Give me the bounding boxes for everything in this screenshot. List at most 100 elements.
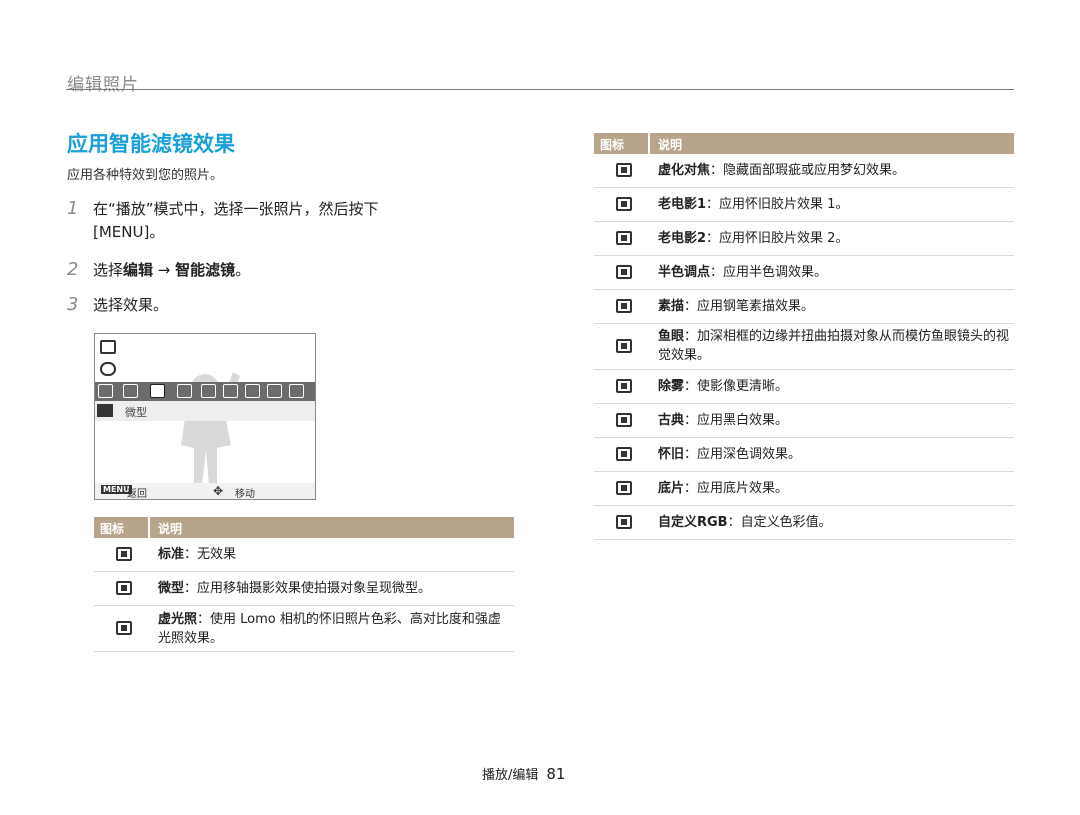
custom-rgb-icon [616,515,632,529]
selected-filter-label: 微型 [125,406,147,419]
table-row: 怀旧：应用深色调效果。 [594,438,1014,472]
page-subtitle: 应用各种特效到您的照片。 [67,168,224,183]
old-film2-icon [245,384,260,398]
col-icon-header: 图标 [600,138,625,152]
row-term: 怀旧 [658,447,685,462]
row-description: 半色调点：应用半色调效果。 [658,263,827,282]
rotate-icon [100,362,116,376]
effects-table-left: 图标 说明 标准：无效果 微型：应用移轴摄影效果使拍摄对象呈现微型。 虚光照：使… [94,517,514,652]
table-row: 古典：应用黑白效果。 [594,404,1014,438]
table-header: 图标 说明 [94,517,514,538]
row-description: 老电影1：应用怀旧胶片效果 1。 [658,195,848,214]
page-number: 81 [546,765,566,783]
row-description: 自定义RGB：自定义色彩值。 [658,513,832,532]
table-row: 半色调点：应用半色调效果。 [594,256,1014,290]
table-row: 底片：应用底片效果。 [594,472,1014,506]
classic-icon [616,413,632,427]
header-separator [148,517,150,538]
section-title: 编辑照片 [67,75,139,95]
retro-icon [616,447,632,461]
step-text: 选择编辑 → 智能滤镜。 [93,259,453,282]
footer-section: 播放/编辑 [482,768,539,783]
move-label: 移动 [235,489,255,500]
row-text: ：加深相框的边缘并扭曲拍摄对象从而模仿鱼眼镜头的视觉效果。 [658,329,1010,363]
table-row: 除雾：使影像更清晰。 [594,370,1014,404]
old-film2-icon [616,231,632,245]
header-rule [66,89,1014,90]
row-text: ：自定义色彩值。 [727,515,832,530]
row-term: 老电影1 [658,197,707,212]
row-term: 老电影2 [658,231,707,246]
row-text: ：应用底片效果。 [684,481,789,496]
table-header: 图标 说明 [594,133,1014,154]
step-number: 1 [67,198,79,219]
row-text: ：使影像更清晰。 [684,379,789,394]
col-desc-header: 说明 [158,522,183,536]
screen-bottom-bar: MENU 返回 ✥ 移动 [95,483,315,499]
selected-filter-band: 微型 [95,401,315,421]
row-description: 标准：无效果 [158,545,236,564]
navigation-icon: ✥ [213,484,224,498]
step-suffix: 。 [235,261,251,279]
row-text: ：应用钢笔素描效果。 [684,299,815,314]
row-description: 鱼眼：加深相框的边缘并扭曲拍摄对象从而模仿鱼眼镜头的视觉效果。 [658,327,1010,365]
camera-screen: 微型 MENU 返回 ✥ 移动 [94,333,316,500]
vignetting-icon [177,384,192,398]
normal-filter-icon [123,384,138,398]
old-film1-icon [616,197,632,211]
step-text: 选择效果。 [93,296,169,314]
table-row: 老电影2：应用怀旧胶片效果 2。 [594,222,1014,256]
halftone-icon [616,265,632,279]
row-description: 微型：应用移轴摄影效果使拍摄对象呈现微型。 [158,579,431,598]
row-text: ：无效果 [184,547,237,562]
table-row: 虚化对焦：隐藏面部瑕疵或应用梦幻效果。 [594,154,1014,188]
filter-option-icon [98,384,113,398]
row-text: ：应用半色调效果。 [710,265,828,280]
row-term: 自定义RGB [658,515,728,530]
col-icon-header: 图标 [100,522,125,536]
step-1: 1 在“播放”模式中，选择一张照片，然后按下 [MENU]。 [67,198,453,244]
row-description: 底片：应用底片效果。 [658,479,788,498]
page-footer: 播放/编辑 81 [482,764,565,783]
resize-icon [100,340,116,354]
row-text: ：应用深色调效果。 [684,447,802,462]
table-row: 虚光照：使用 Lomo 相机的怀旧照片色彩、高对比度和强虚光照效果。 [94,606,514,652]
row-term: 素描 [658,299,685,314]
row-text: ：隐藏面部瑕疵或应用梦幻效果。 [710,163,906,178]
row-term: 微型 [158,581,185,596]
row-description: 除雾：使影像更清晰。 [658,377,788,396]
sketch-icon [616,299,632,313]
old-film1-icon [223,384,238,398]
step-number: 2 [67,259,79,280]
table-row: 鱼眼：加深相框的边缘并扭曲拍摄对象从而模仿鱼眼镜头的视觉效果。 [594,324,1014,370]
table-row: 微型：应用移轴摄影效果使拍摄对象呈现微型。 [94,572,514,606]
miniature-icon [97,404,113,417]
menu-smart-filter: 智能滤镜 [175,261,236,279]
row-text: ：使用 Lomo 相机的怀旧照片色彩、高对比度和强虚光照效果。 [158,612,501,646]
miniature-icon [150,384,165,398]
row-term: 底片 [658,481,685,496]
back-label: 返回 [127,489,147,500]
row-term: 虚化对焦 [658,163,711,178]
row-description: 虚化对焦：隐藏面部瑕疵或应用梦幻效果。 [658,161,905,180]
step-2: 2 选择编辑 → 智能滤镜。 [67,259,453,282]
col-desc-header: 说明 [658,138,683,152]
step-text: 在“播放”模式中，选择一张照片，然后按下 [MENU]。 [93,200,379,241]
defog-icon [616,379,632,393]
row-term: 虚光照 [158,612,198,627]
miniature-icon [116,581,132,595]
fisheye-icon [616,339,632,353]
menu-edit: 编辑 [123,261,154,279]
row-text: ：应用怀旧胶片效果 2。 [706,231,849,246]
row-description: 古典：应用黑白效果。 [658,411,788,430]
row-text: ：应用移轴摄影效果使拍摄对象呈现微型。 [184,581,432,596]
sketch-icon [289,384,304,398]
normal-filter-icon [116,547,132,561]
step-3: 3 选择效果。 [67,294,453,317]
row-text: ：应用怀旧胶片效果 1。 [706,197,849,212]
soft-focus-icon [616,163,632,177]
row-description: 素描：应用钢笔素描效果。 [658,297,814,316]
halftone-icon [267,384,282,398]
page-title: 应用智能滤镜效果 [67,132,235,156]
row-description: 虚光照：使用 Lomo 相机的怀旧照片色彩、高对比度和强虚光照效果。 [158,610,510,648]
